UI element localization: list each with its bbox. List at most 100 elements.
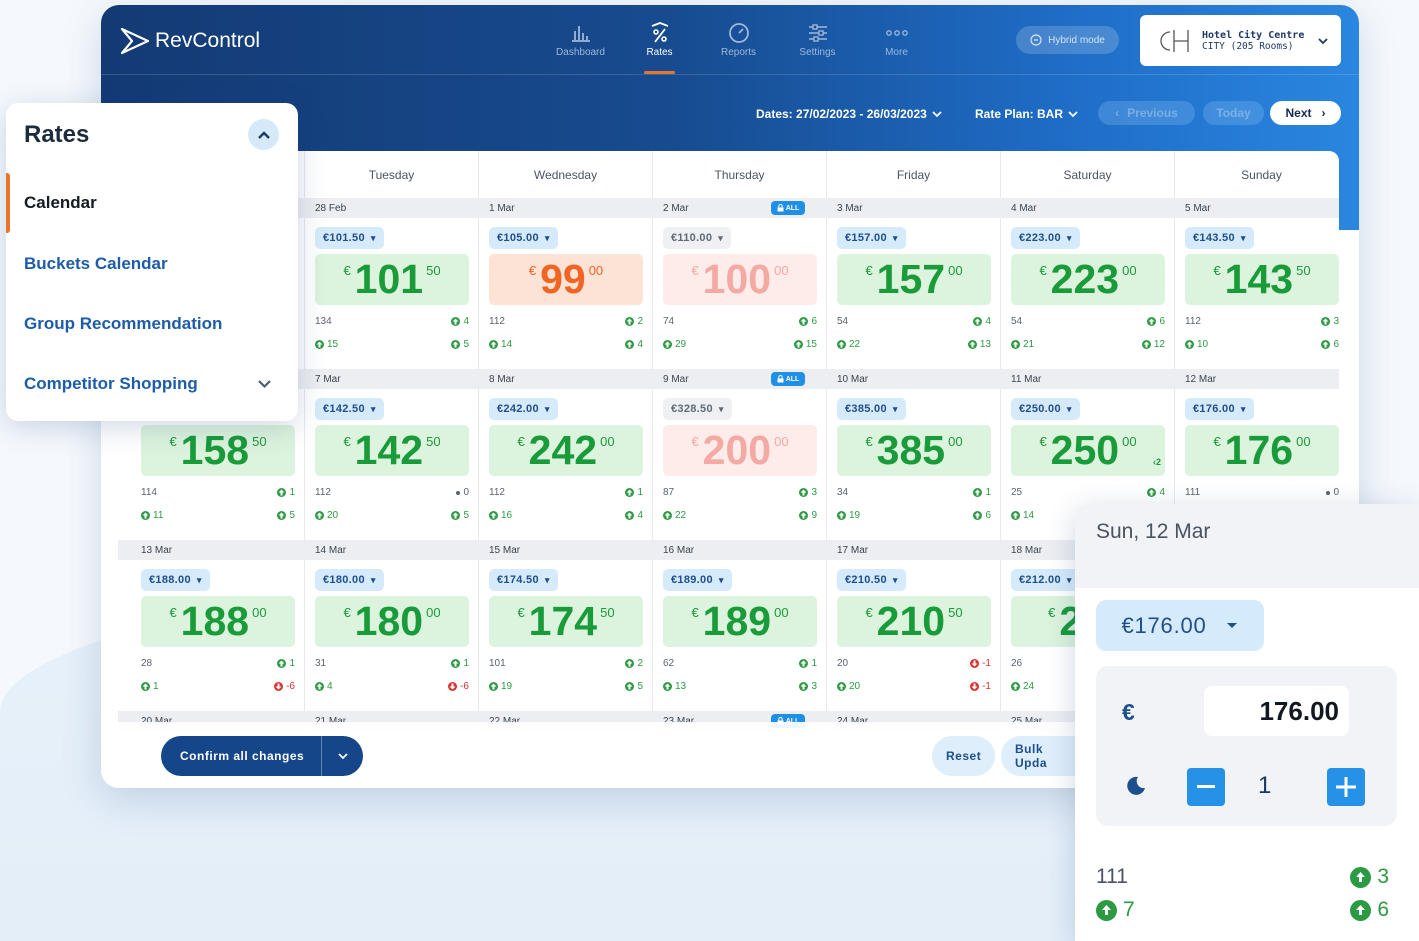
header-divider: [101, 74, 1359, 75]
menu-item-competitor-shopping[interactable]: Competitor Shopping: [24, 374, 198, 394]
rate-value-box[interactable]: €210 50: [837, 596, 991, 647]
nights-decrement-button[interactable]: [1187, 768, 1225, 806]
collapse-button[interactable]: [248, 119, 279, 150]
calendar-day-cell[interactable]: 4 Mar €223.00 ▾ €223 00 54 6 21 12: [1001, 198, 1175, 369]
rate-select[interactable]: €223.00 ▾: [1011, 227, 1080, 249]
calendar-day-cell[interactable]: 1 Mar €105.00 ▾ €99 00 112 2 14 4: [479, 198, 653, 369]
rate-value-box[interactable]: €99 00: [489, 254, 643, 305]
rate-value-box[interactable]: €157 00: [837, 254, 991, 305]
rate-input[interactable]: [1204, 686, 1349, 736]
rate-value-box[interactable]: €142 50: [315, 425, 469, 476]
rate-value-box[interactable]: €188 00: [141, 596, 295, 647]
rate-value-box[interactable]: €250 00: [1011, 425, 1165, 476]
cell-stat-value: 6: [1159, 316, 1165, 327]
rate-select[interactable]: €188.00 ▾: [141, 569, 210, 591]
next-button[interactable]: Next ›: [1270, 101, 1341, 125]
rate-select[interactable]: €101.50 ▾: [315, 227, 384, 249]
arrow-up-icon: [1350, 866, 1372, 888]
confirm-all-changes-button[interactable]: Confirm all changes: [161, 736, 363, 776]
rate-select[interactable]: €180.00 ▾: [315, 569, 384, 591]
menu-item-group-recommendation[interactable]: Group Recommendation: [24, 314, 222, 334]
cell-availability: 20: [837, 658, 849, 669]
detail-rate-select[interactable]: €176.00: [1096, 600, 1264, 651]
hotel-selector[interactable]: Hotel City Centre CITY (205 Rooms): [1140, 15, 1341, 66]
rate-select[interactable]: €142.50 ▾: [315, 398, 384, 420]
rate-select[interactable]: €105.00 ▾: [489, 227, 558, 249]
confirm-dropdown[interactable]: [322, 751, 363, 761]
lock-badge[interactable]: ALL: [771, 201, 805, 215]
hotel-names: Hotel City Centre CITY (205 Rooms): [1202, 30, 1304, 52]
dates-label: Dates: 27/02/2023 - 26/03/2023: [756, 107, 927, 121]
rate-select[interactable]: €385.00 ▾: [837, 398, 906, 420]
percent-icon: [649, 19, 671, 47]
rate-value-box[interactable]: €180 00: [315, 596, 469, 647]
calendar-day-cell[interactable]: 2 Mar ALL €110.00 ▾ €100 00 74 6 29 15: [653, 198, 827, 369]
previous-button[interactable]: ‹ Previous: [1098, 101, 1195, 125]
calendar-day-cell[interactable]: 5 Mar €143.50 ▾ €143 50 112 3 10 6: [1175, 198, 1339, 369]
rate-value-box[interactable]: €174 50: [489, 596, 643, 647]
rate-select[interactable]: €242.00 ▾: [489, 398, 558, 420]
rate-select[interactable]: €176.00 ▾: [1185, 398, 1254, 420]
nav-more[interactable]: More: [857, 19, 936, 58]
rate-value-box[interactable]: €143 50: [1185, 254, 1339, 305]
calendar-day-cell[interactable]: 14 Mar €180.00 ▾ €180 00 31 1 4 -6: [305, 540, 479, 711]
rate-select[interactable]: €210.50 ▾: [837, 569, 906, 591]
rate-value-box[interactable]: €176 00: [1185, 425, 1339, 476]
rate-value-box[interactable]: €100 00: [663, 254, 817, 305]
rate-select[interactable]: €143.50 ▾: [1185, 227, 1254, 249]
calendar-day-cell[interactable]: 9 Mar ALL €328.50 ▾ €200 00 87 3 22 9: [653, 369, 827, 540]
cell-stat: 5: [277, 510, 295, 521]
confirm-label: Confirm all changes: [161, 736, 322, 776]
reset-button[interactable]: Reset: [932, 736, 996, 776]
calendar-day-cell[interactable]: 16 Mar €189.00 ▾ €189 00 62 1 13 3: [653, 540, 827, 711]
arrow-up-icon: [1011, 340, 1020, 349]
rate-value-box[interactable]: €189 00: [663, 596, 817, 647]
calendar-day-cell[interactable]: 3 Mar €157.00 ▾ €157 00 54 4 22 13: [827, 198, 1001, 369]
rate-value-box[interactable]: €385 00: [837, 425, 991, 476]
cell-stat-value: 1: [985, 487, 991, 498]
calendar-day-cell[interactable]: 8 Mar €242.00 ▾ €242 00 112 1 16 4: [479, 369, 653, 540]
calendar-day-cell[interactable]: 17 Mar €210.50 ▾ €210 50 20 -1 20 -1: [827, 540, 1001, 711]
nights-increment-button[interactable]: [1327, 768, 1365, 806]
rate-value-box[interactable]: €158 50: [141, 425, 295, 476]
calendar-day-cell[interactable]: 10 Mar €385.00 ▾ €385 00 34 1 19 6: [827, 369, 1001, 540]
cell-stat: 6: [1147, 316, 1165, 327]
calendar-day-cell[interactable]: 7 Mar €142.50 ▾ €142 50 112 0 20 5: [305, 369, 479, 540]
rate-plan-dropdown[interactable]: Rate Plan: BAR: [975, 103, 1079, 125]
dates-dropdown[interactable]: Dates: 27/02/2023 - 26/03/2023: [756, 103, 943, 125]
rate-select-value: €143.50: [1193, 232, 1235, 244]
calendar-day-cell[interactable]: 28 Feb €101.50 ▾ €101 50 134 4 15 5: [305, 198, 479, 369]
calendar-day-cell[interactable]: 15 Mar €174.50 ▾ €174 50 101 2 19 5: [479, 540, 653, 711]
rate-value-box[interactable]: €242 00: [489, 425, 643, 476]
cell-stat: 4: [451, 316, 469, 327]
menu-item-buckets-calendar[interactable]: Buckets Calendar: [24, 254, 168, 274]
detail-change-1-value: 3: [1377, 865, 1389, 888]
rate-select[interactable]: €110.00 ▾: [663, 227, 732, 249]
rate-value-box[interactable]: €200 00: [663, 425, 817, 476]
rate-value-box[interactable]: €223 00: [1011, 254, 1165, 305]
cell-stat-value: 20: [327, 510, 339, 521]
rate-select[interactable]: €189.00 ▾: [663, 569, 732, 591]
chevron-down-icon[interactable]: [257, 379, 272, 389]
nav-dashboard[interactable]: Dashboard: [541, 19, 620, 58]
rate-select[interactable]: €174.50 ▾: [489, 569, 558, 591]
rate-select[interactable]: €212.00 ▾: [1011, 569, 1080, 591]
nav-reports[interactable]: Reports: [699, 19, 778, 58]
euro-symbol: €: [1039, 263, 1047, 278]
menu-item-calendar[interactable]: Calendar: [24, 193, 97, 213]
cell-date: 12 Mar: [1185, 374, 1217, 385]
hybrid-mode-toggle[interactable]: Hybrid mode: [1016, 26, 1119, 54]
nav-rates[interactable]: Rates: [620, 19, 699, 74]
calendar-day-cell[interactable]: 13 Mar €188.00 ▾ €188 00 28 1 1 -6: [131, 540, 305, 711]
rate-select[interactable]: €250.00 ▾: [1011, 398, 1080, 420]
today-button[interactable]: Today: [1203, 101, 1264, 125]
rate-select[interactable]: €157.00 ▾: [837, 227, 906, 249]
rate-value-box[interactable]: €101 50: [315, 254, 469, 305]
nav-settings[interactable]: Settings: [778, 19, 857, 58]
arrow-up-icon: [625, 511, 635, 520]
rate-select[interactable]: €328.50 ▾: [663, 398, 732, 420]
lock-badge[interactable]: ALL: [771, 372, 805, 386]
cell-availability: 74: [663, 316, 675, 327]
cell-stat-value: 2: [637, 658, 643, 669]
arrow-up-icon: [663, 682, 672, 691]
